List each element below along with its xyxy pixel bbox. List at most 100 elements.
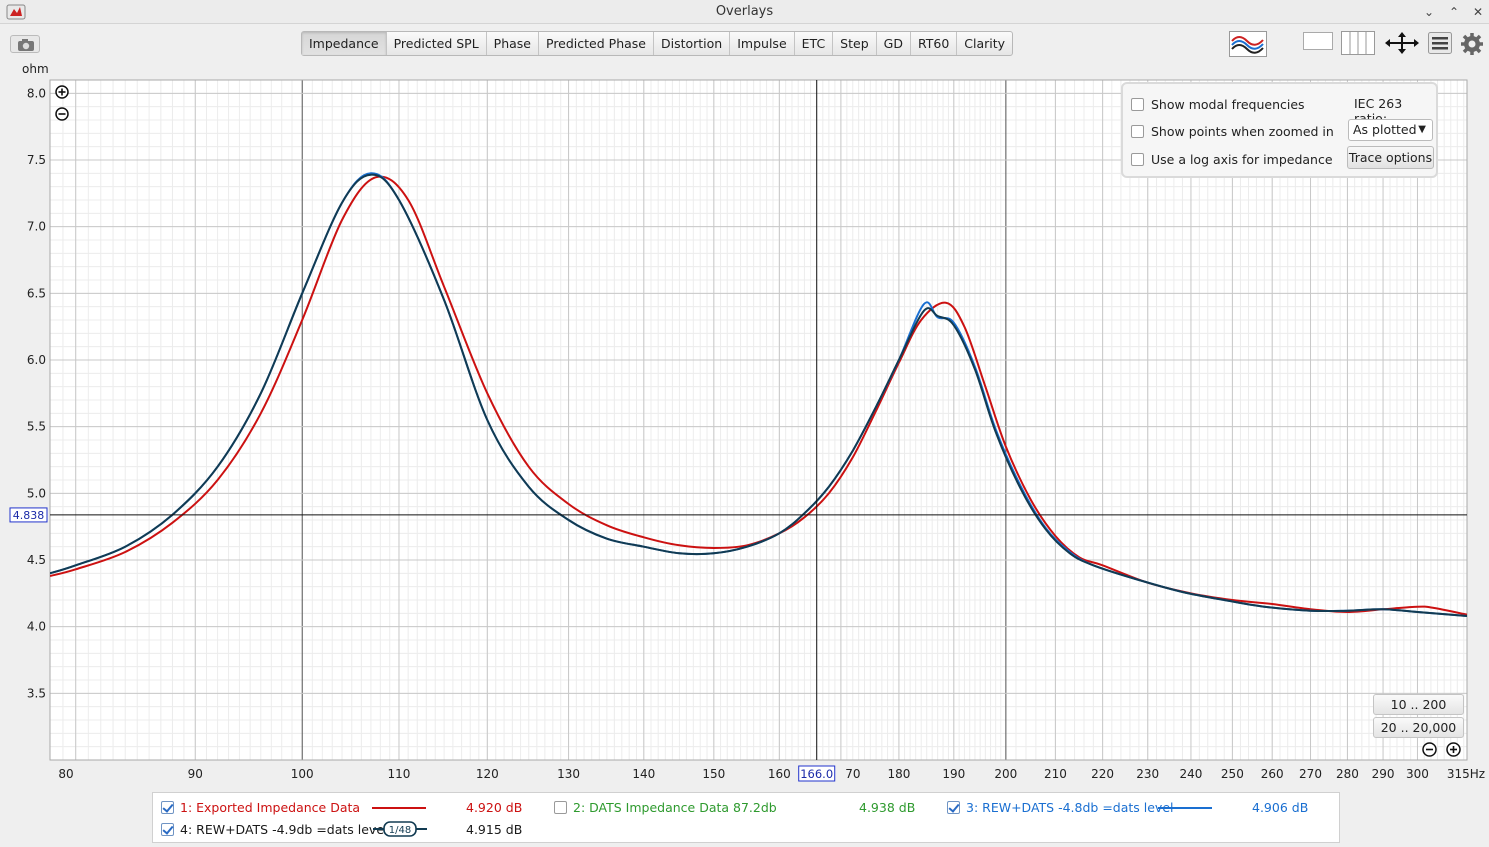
tab-clarity[interactable]: Clarity [957, 32, 1012, 55]
x-tick-label: 230 [1136, 767, 1159, 781]
tab-step[interactable]: Step [833, 32, 877, 55]
show-modal-checkbox[interactable] [1131, 97, 1144, 111]
y-tick-label: 6.5 [27, 286, 46, 300]
title-bar: Overlays ⌄ ⌃ ✕ [0, 0, 1489, 24]
y-tick-label: 7.5 [27, 153, 46, 167]
legend-value-2: 4.938 dB [859, 800, 916, 815]
legend-value-3: 4.906 dB [1252, 800, 1309, 815]
legend-swatch-3 [1158, 807, 1212, 809]
graph-options-panel: Show modal frequencies Show points when … [1121, 82, 1438, 178]
camera-icon [18, 39, 34, 51]
x-tick-label: 250 [1221, 767, 1244, 781]
legend-label-4: 4: REW+DATS -4.9db =dats level [180, 822, 388, 837]
tab-distortion[interactable]: Distortion [654, 32, 731, 55]
x-tick-label: 200 [994, 767, 1017, 781]
legend-checkbox-3[interactable] [947, 801, 960, 814]
x-tick-label: 140 [632, 767, 655, 781]
maximize-icon[interactable]: ⌃ [1445, 3, 1463, 21]
legend-swatch-1 [372, 807, 426, 809]
x-tick-label: 220 [1091, 767, 1114, 781]
columns-icon[interactable] [1341, 31, 1375, 55]
legend-checkbox-1[interactable] [161, 801, 174, 814]
legend-label-3: 3: REW+DATS -4.8db =dats level [966, 800, 1174, 815]
range-10-200-button[interactable]: 10 .. 200 [1373, 694, 1464, 715]
x-tick-label: 240 [1179, 767, 1202, 781]
y-tick-label: 5.5 [27, 420, 46, 434]
x-tick-label: 70 [845, 767, 860, 781]
show-modal-label: Show modal frequencies [1151, 96, 1305, 112]
tab-impedance[interactable]: Impedance [302, 32, 387, 55]
legend-label-1: 1: Exported Impedance Data [180, 800, 361, 815]
log-axis-option[interactable]: Use a log axis for impedance [1131, 150, 1333, 168]
plot-area[interactable] [50, 80, 1467, 760]
x-tick-label: 150 [702, 767, 725, 781]
y-tick-label: 7.0 [27, 220, 46, 234]
chevron-down-icon[interactable]: ⌄ [1420, 3, 1438, 21]
tab-impulse[interactable]: Impulse [730, 32, 795, 55]
legend-swatch-4: 1/48 [373, 821, 427, 837]
log-axis-label: Use a log axis for impedance [1151, 151, 1333, 167]
tab-gd[interactable]: GD [877, 32, 911, 55]
cursor-x-readout: 166.0 [800, 767, 833, 781]
show-modal-option[interactable]: Show modal frequencies [1131, 95, 1305, 113]
x-tick-label: 315Hz [1447, 767, 1485, 781]
log-axis-checkbox[interactable] [1131, 152, 1144, 166]
x-tick-label: 90 [188, 767, 203, 781]
legend-value-4: 4.915 dB [466, 822, 523, 837]
x-tick-label: 260 [1261, 767, 1284, 781]
legend-item-1[interactable]: 1: Exported Impedance Data [161, 800, 360, 815]
list-menu-icon[interactable] [1428, 32, 1452, 54]
tab-predicted-spl[interactable]: Predicted SPL [387, 32, 487, 55]
close-icon[interactable]: ✕ [1469, 3, 1487, 21]
x-tick-label: 130 [557, 767, 580, 781]
x-tick-label: 180 [887, 767, 910, 781]
legend-item-3[interactable]: 3: REW+DATS -4.8db =dats level [947, 800, 1174, 815]
y-tick-label: 8.0 [27, 86, 46, 100]
x-tick-label: 300 [1406, 767, 1429, 781]
x-tick-label: 100 [291, 767, 314, 781]
x-tick-label: 280 [1336, 767, 1359, 781]
show-points-option[interactable]: Show points when zoomed in [1131, 122, 1334, 140]
x-tick-label: 270 [1299, 767, 1322, 781]
zoom-out-x-icon[interactable] [1422, 742, 1437, 757]
x-tick-label: 120 [476, 767, 499, 781]
graph-tabs: Impedance Predicted SPL Phase Predicted Pha… [301, 31, 1014, 56]
legend-checkbox-4[interactable] [161, 823, 174, 836]
x-tick-label: 290 [1372, 767, 1395, 781]
y-axis-unit-label: ohm [22, 62, 49, 76]
legend-checkbox-2[interactable] [554, 801, 567, 814]
toolbar: Impedance Predicted SPL Phase Predicted Pha… [0, 25, 1489, 61]
x-tick-label: 80 [58, 767, 73, 781]
y-tick-label: 4.0 [27, 620, 46, 634]
trace-options-button[interactable]: Trace options [1347, 146, 1434, 169]
legend-item-2[interactable]: 2: DATS Impedance Data 87.2db [554, 800, 777, 815]
x-tick-label: 190 [942, 767, 965, 781]
gear-icon[interactable] [1460, 32, 1484, 56]
y-tick-label: 6.0 [27, 353, 46, 367]
screenshot-button[interactable] [10, 35, 40, 53]
tab-phase[interactable]: Phase [487, 32, 539, 55]
zoom-in-x-icon[interactable] [1446, 742, 1461, 757]
y-tick-label: 3.5 [27, 686, 46, 700]
cursor-y-readout: 4.838 [13, 509, 45, 522]
legend-item-4[interactable]: 4: REW+DATS -4.9db =dats level [161, 822, 388, 837]
show-points-label: Show points when zoomed in [1151, 123, 1334, 139]
x-tick-label: 210 [1044, 767, 1067, 781]
window-title: Overlays [715, 4, 774, 19]
single-pane-icon[interactable] [1303, 32, 1333, 50]
legend-value-1: 4.920 dB [466, 800, 523, 815]
move-arrows-icon[interactable] [1384, 31, 1420, 55]
iec-ratio-select[interactable]: As plotted ▼ [1348, 119, 1433, 141]
overlay-traces-icon[interactable] [1229, 31, 1267, 57]
tab-etc[interactable]: ETC [795, 32, 834, 55]
show-points-checkbox[interactable] [1131, 124, 1144, 138]
impedance-chart[interactable]: 3.5 4.0 4.5 5.0 5.5 6.0 6.5 7.0 7.5 8.0 ohm 80 90 100… [0, 61, 1489, 847]
y-tick-label: 5.0 [27, 486, 46, 500]
tab-rt60[interactable]: RT60 [911, 32, 958, 55]
trace-legend: 1: Exported Impedance Data 4.920 dB 2: D… [152, 792, 1340, 843]
range-20-20000-button[interactable]: 20 .. 20,000 [1373, 717, 1464, 738]
tab-predicted-phase[interactable]: Predicted Phase [539, 32, 654, 55]
y-tick-label: 4.5 [27, 553, 46, 567]
x-tick-label: 160 [768, 767, 791, 781]
smoothing-label: 1/48 [389, 825, 411, 836]
